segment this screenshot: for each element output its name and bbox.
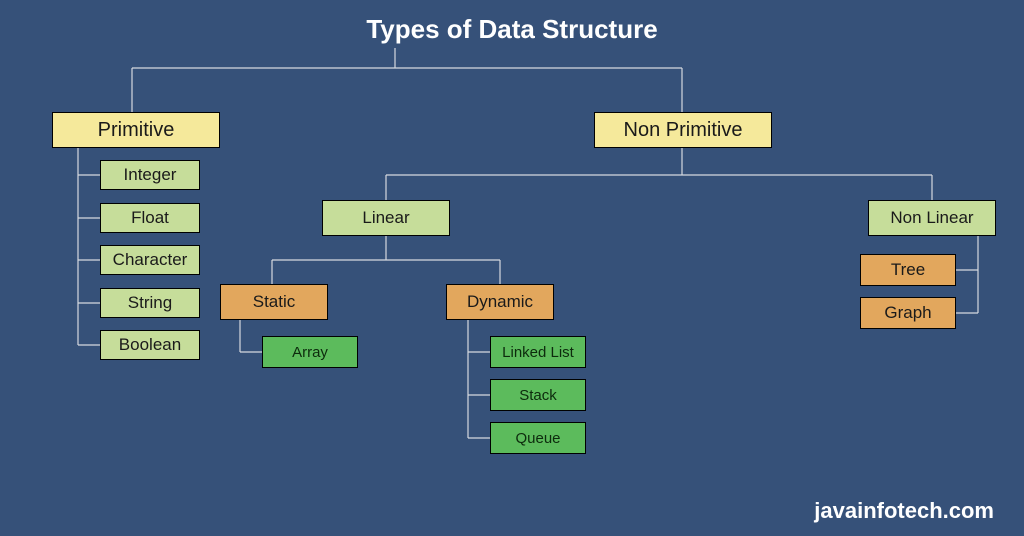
node-stack: Stack <box>490 379 586 411</box>
node-static: Static <box>220 284 328 320</box>
node-character: Character <box>100 245 200 275</box>
node-float: Float <box>100 203 200 233</box>
node-tree: Tree <box>860 254 956 286</box>
node-graph: Graph <box>860 297 956 329</box>
node-linear: Linear <box>322 200 450 236</box>
node-integer: Integer <box>100 160 200 190</box>
node-primitive: Primitive <box>52 112 220 148</box>
watermark: javainfotech.com <box>814 498 994 524</box>
node-linked-list: Linked List <box>490 336 586 368</box>
node-queue: Queue <box>490 422 586 454</box>
diagram-title: Types of Data Structure <box>0 14 1024 45</box>
node-non-primitive: Non Primitive <box>594 112 772 148</box>
node-array: Array <box>262 336 358 368</box>
node-non-linear: Non Linear <box>868 200 996 236</box>
node-dynamic: Dynamic <box>446 284 554 320</box>
node-string: String <box>100 288 200 318</box>
node-boolean: Boolean <box>100 330 200 360</box>
